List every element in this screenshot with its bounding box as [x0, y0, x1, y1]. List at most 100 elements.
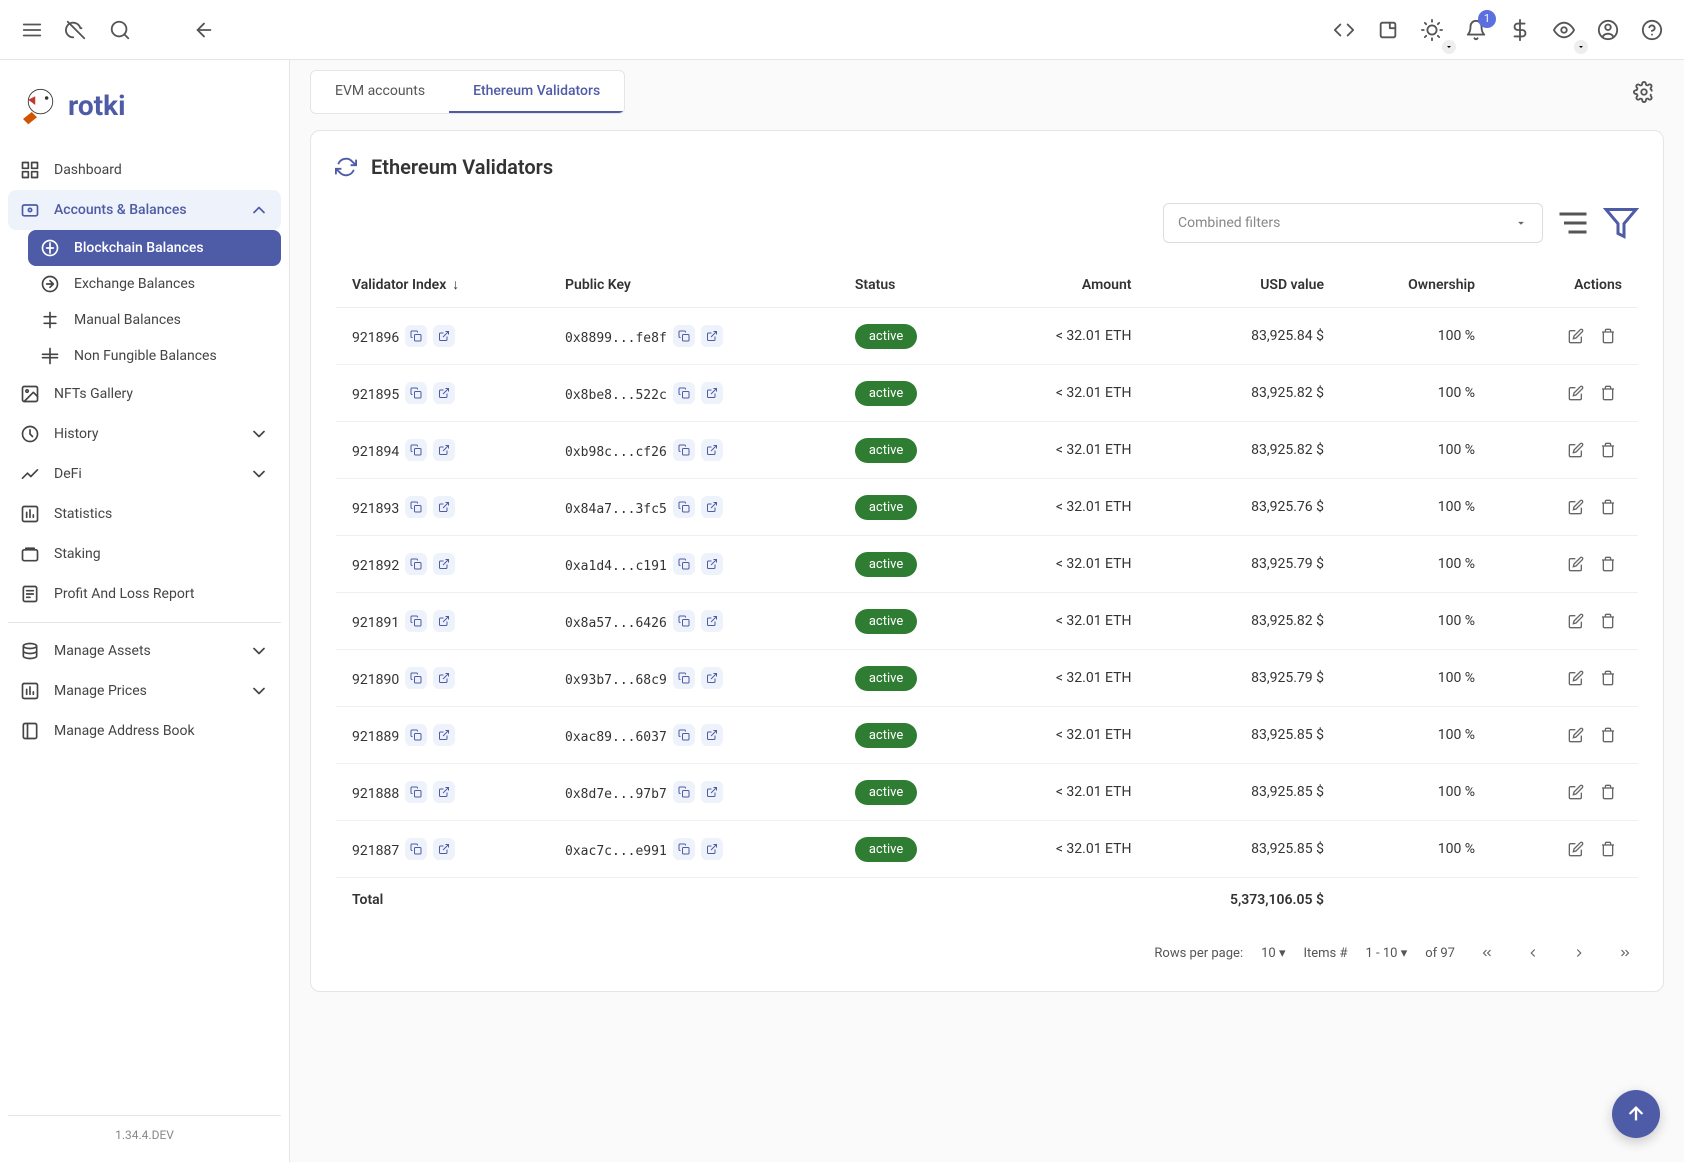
external-link-button[interactable]: [701, 553, 723, 575]
nav-nfts[interactable]: NFTs Gallery: [8, 374, 281, 414]
edit-button[interactable]: [1562, 835, 1590, 863]
external-link-button[interactable]: [701, 838, 723, 860]
external-link-button[interactable]: [701, 667, 723, 689]
nav-staking[interactable]: Staking: [8, 534, 281, 574]
delete-button[interactable]: [1594, 721, 1622, 749]
edit-button[interactable]: [1562, 664, 1590, 692]
nav-address-book[interactable]: Manage Address Book: [8, 711, 281, 751]
nav-pnl[interactable]: Profit And Loss Report: [8, 574, 281, 614]
copy-index-button[interactable]: [405, 553, 427, 575]
delete-button[interactable]: [1594, 550, 1622, 578]
external-link-button[interactable]: [701, 382, 723, 404]
page-prev-button[interactable]: [1519, 939, 1547, 967]
delete-button[interactable]: [1594, 379, 1622, 407]
menu-button[interactable]: [12, 10, 52, 50]
delete-button[interactable]: [1594, 778, 1622, 806]
copy-index-button[interactable]: [405, 382, 427, 404]
nav-statistics[interactable]: Statistics: [8, 494, 281, 534]
page-first-button[interactable]: [1473, 939, 1501, 967]
copy-key-button[interactable]: [673, 325, 695, 347]
edit-button[interactable]: [1562, 721, 1590, 749]
scroll-top-button[interactable]: [1612, 1090, 1660, 1138]
external-link-button[interactable]: [433, 439, 455, 461]
external-link-button[interactable]: [701, 439, 723, 461]
tab-ethereum-validators[interactable]: Ethereum Validators: [449, 71, 624, 113]
external-link-button[interactable]: [433, 610, 455, 632]
col-status[interactable]: Status: [839, 262, 983, 308]
edit-button[interactable]: [1562, 322, 1590, 350]
search-button[interactable]: [100, 10, 140, 50]
edit-button[interactable]: [1562, 550, 1590, 578]
account-button[interactable]: [1588, 10, 1628, 50]
external-link-button[interactable]: [701, 496, 723, 518]
copy-index-button[interactable]: [405, 496, 427, 518]
external-link-button[interactable]: [701, 781, 723, 803]
copy-index-button[interactable]: [405, 325, 427, 347]
page-last-button[interactable]: [1611, 939, 1639, 967]
copy-key-button[interactable]: [673, 382, 695, 404]
external-link-button[interactable]: [433, 667, 455, 689]
edit-button[interactable]: [1562, 436, 1590, 464]
rows-per-page-select[interactable]: 10 ▾: [1261, 946, 1285, 961]
copy-key-button[interactable]: [673, 496, 695, 518]
copy-key-button[interactable]: [673, 781, 695, 803]
edit-button[interactable]: [1562, 778, 1590, 806]
delete-button[interactable]: [1594, 322, 1622, 350]
col-index[interactable]: Validator Index↓: [336, 262, 550, 308]
external-link-button[interactable]: [701, 724, 723, 746]
external-link-button[interactable]: [701, 610, 723, 632]
external-link-button[interactable]: [433, 724, 455, 746]
edit-button[interactable]: [1562, 379, 1590, 407]
nav-history[interactable]: History: [8, 414, 281, 454]
currency-button[interactable]: [1500, 10, 1540, 50]
notes-button[interactable]: [1368, 10, 1408, 50]
refresh-icon[interactable]: [335, 156, 357, 178]
combined-filters-input[interactable]: Combined filters: [1163, 203, 1543, 243]
back-button[interactable]: [184, 10, 224, 50]
col-amount[interactable]: Amount: [983, 262, 1147, 308]
dev-button[interactable]: [1324, 10, 1364, 50]
external-link-button[interactable]: [433, 781, 455, 803]
settings-button[interactable]: [1624, 72, 1664, 112]
external-link-button[interactable]: [701, 325, 723, 347]
copy-key-button[interactable]: [673, 553, 695, 575]
nav-blockchain-balances[interactable]: Blockchain Balances: [28, 230, 281, 266]
filter-button[interactable]: [1603, 205, 1639, 241]
copy-index-button[interactable]: [405, 610, 427, 632]
nav-manage-assets[interactable]: Manage Assets: [8, 631, 281, 671]
delete-button[interactable]: [1594, 607, 1622, 635]
tab-evm-accounts[interactable]: EVM accounts: [311, 71, 449, 113]
external-link-button[interactable]: [433, 553, 455, 575]
delete-button[interactable]: [1594, 835, 1622, 863]
col-pubkey[interactable]: Public Key: [549, 262, 839, 308]
delete-button[interactable]: [1594, 493, 1622, 521]
sync-off-button[interactable]: [56, 10, 96, 50]
copy-key-button[interactable]: [673, 439, 695, 461]
sort-button[interactable]: [1555, 205, 1591, 241]
copy-index-button[interactable]: [405, 667, 427, 689]
copy-index-button[interactable]: [405, 838, 427, 860]
copy-key-button[interactable]: [673, 610, 695, 632]
delete-button[interactable]: [1594, 664, 1622, 692]
edit-button[interactable]: [1562, 493, 1590, 521]
nav-manual-balances[interactable]: Manual Balances: [28, 302, 281, 338]
external-link-button[interactable]: [433, 838, 455, 860]
delete-button[interactable]: [1594, 436, 1622, 464]
nav-exchange-balances[interactable]: Exchange Balances: [28, 266, 281, 302]
external-link-button[interactable]: [433, 382, 455, 404]
nav-dashboard[interactable]: Dashboard: [8, 150, 281, 190]
copy-key-button[interactable]: [673, 667, 695, 689]
nav-nfb[interactable]: Non Fungible Balances: [28, 338, 281, 374]
copy-index-button[interactable]: [405, 781, 427, 803]
copy-key-button[interactable]: [673, 838, 695, 860]
edit-button[interactable]: [1562, 607, 1590, 635]
nav-defi[interactable]: DeFi: [8, 454, 281, 494]
page-next-button[interactable]: [1565, 939, 1593, 967]
col-ownership[interactable]: Ownership: [1340, 262, 1491, 308]
nav-accounts[interactable]: Accounts & Balances: [8, 190, 281, 230]
items-range-select[interactable]: 1 - 10 ▾: [1366, 946, 1408, 961]
help-button[interactable]: [1632, 10, 1672, 50]
copy-index-button[interactable]: [405, 724, 427, 746]
copy-key-button[interactable]: [673, 724, 695, 746]
copy-index-button[interactable]: [405, 439, 427, 461]
